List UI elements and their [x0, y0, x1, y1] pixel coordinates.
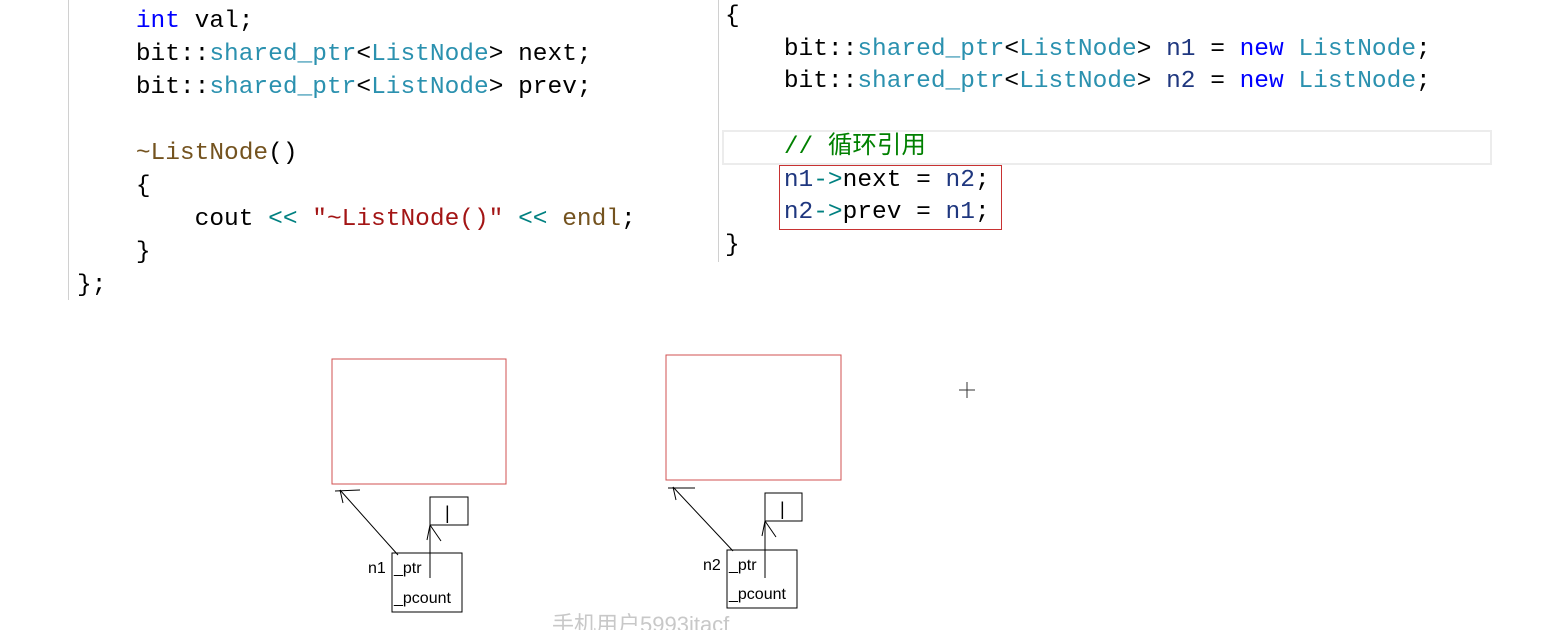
crosshair-cursor-icon — [959, 382, 975, 398]
watermark: 手机用户5993itacf — [552, 612, 730, 630]
refcount-value-2: | — [780, 499, 785, 519]
n1-label: n1 — [368, 560, 386, 577]
n2-label: n2 — [703, 557, 721, 574]
n2-pcount-field: _pcount — [728, 586, 786, 603]
listnode-object-2 — [665, 354, 842, 481]
n1-pcount-field: _pcount — [393, 590, 451, 607]
n1-ptr-field: _ptr — [393, 560, 422, 577]
listnode-object-1 — [331, 358, 507, 485]
reference-diagram: | | n1 _ptr _pcount n2 _ptr _pcount 手机用户… — [331, 354, 975, 630]
n2-ptr-field: _ptr — [728, 557, 757, 574]
refcount-value-1: | — [445, 503, 450, 523]
